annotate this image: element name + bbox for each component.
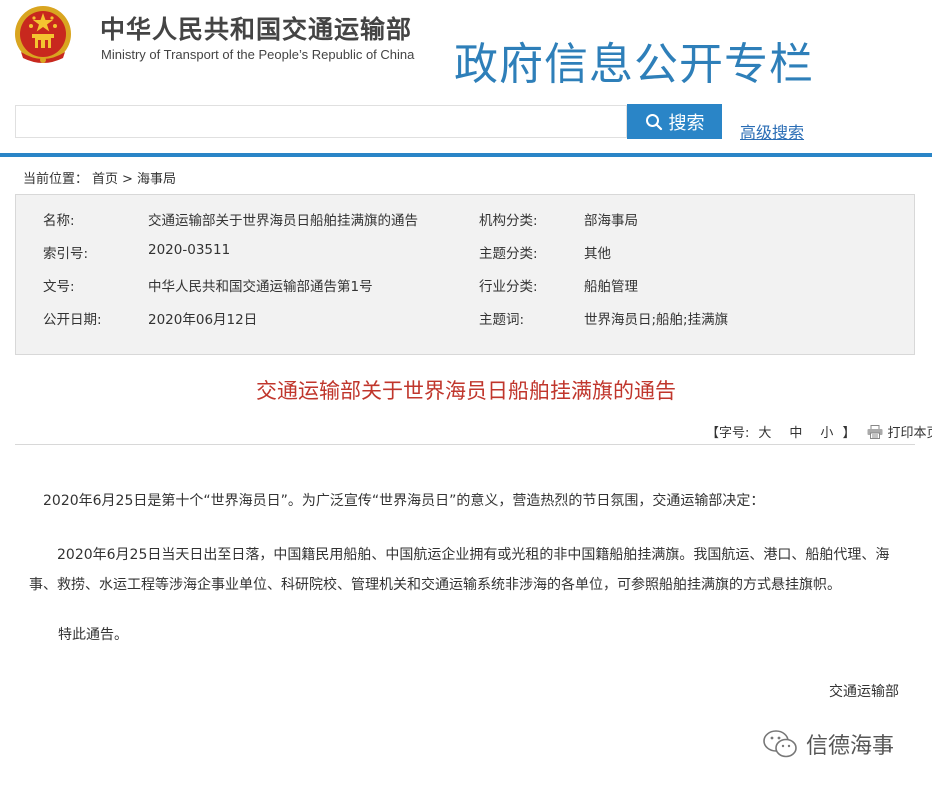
breadcrumb: 当前位置： 首页 > 海事局	[23, 168, 180, 187]
info-label-doc-number: 文号:	[43, 279, 75, 295]
search-icon	[645, 113, 662, 130]
watermark-text: 信德海事	[806, 734, 895, 759]
font-size-label: 【字号:	[706, 426, 750, 441]
breadcrumb-separator: >	[122, 172, 133, 187]
breadcrumb-label: 当前位置：	[23, 172, 89, 187]
site-header: 中华人民共和国交通运输部 Ministry of Transport of th…	[0, 0, 932, 100]
article-paragraph-1: 2020年6月25日是第十个“世界海员日”。为广泛宣传“世界海员日”的意义，营造…	[43, 493, 765, 509]
wechat-icon	[763, 730, 797, 758]
info-label-index: 索引号:	[43, 246, 89, 262]
breadcrumb-current-link[interactable]: 海事局	[137, 172, 176, 187]
advanced-search-link[interactable]: 高级搜索	[740, 119, 804, 143]
font-size-close: 】	[842, 426, 856, 441]
article-signature: 交通运输部	[829, 684, 899, 700]
header-divider	[0, 153, 932, 157]
article-tools: 【字号: 大 中 小 】 打印本页	[706, 422, 932, 441]
search-input[interactable]	[15, 105, 627, 138]
column-title: 政府信息公开专栏	[454, 39, 814, 90]
ministry-name-en: Ministry of Transport of the People’s Re…	[101, 47, 415, 62]
breadcrumb-home-link[interactable]: 首页	[92, 172, 118, 187]
search-button-label: 搜索	[668, 112, 705, 133]
article-paragraph-2: 2020年6月25日当天日出至日落，中国籍民用船舶、中国航运企业拥有或光租的非中…	[29, 547, 890, 593]
font-size-medium-button[interactable]: 中	[789, 422, 802, 441]
article-title: 交通运输部关于世界海员日船舶挂满旗的通告	[256, 379, 676, 403]
info-value-publish-date: 2020年06月12日	[148, 312, 258, 328]
search-button[interactable]: 搜索	[627, 104, 722, 139]
info-value-doc-number: 中华人民共和国交通运输部通告第1号	[148, 279, 373, 295]
info-label-topic: 主题分类:	[479, 246, 538, 262]
info-label-industry: 行业分类:	[479, 279, 538, 295]
info-label-agency: 机构分类:	[479, 213, 538, 229]
info-label-publish-date: 公开日期:	[43, 312, 102, 328]
font-size-small-button[interactable]: 小	[820, 422, 833, 441]
info-value-name: 交通运输部关于世界海员日船舶挂满旗的通告	[148, 213, 418, 229]
info-label-name: 名称:	[43, 213, 75, 229]
info-value-agency: 部海事局	[584, 213, 638, 229]
watermark: 信德海事	[762, 728, 894, 760]
info-value-topic: 其他	[584, 246, 611, 262]
print-page-link[interactable]: 打印本页	[887, 422, 932, 441]
info-value-index: 2020-03511	[148, 242, 231, 258]
printer-icon[interactable]	[867, 424, 883, 439]
article-divider	[15, 444, 915, 445]
article-paragraph-3: 特此通告。	[58, 627, 128, 643]
font-size-large-button[interactable]: 大	[758, 422, 771, 441]
info-value-keywords: 世界海员日;船舶;挂满旗	[584, 312, 729, 328]
document-info-box: 名称: 交通运输部关于世界海员日船舶挂满旗的通告 机构分类: 部海事局 索引号:…	[15, 194, 915, 355]
info-label-keywords: 主题词:	[479, 312, 525, 328]
ministry-name-cn: 中华人民共和国交通运输部	[100, 15, 413, 44]
national-emblem-icon	[15, 6, 71, 63]
info-value-industry: 船舶管理	[584, 279, 638, 295]
